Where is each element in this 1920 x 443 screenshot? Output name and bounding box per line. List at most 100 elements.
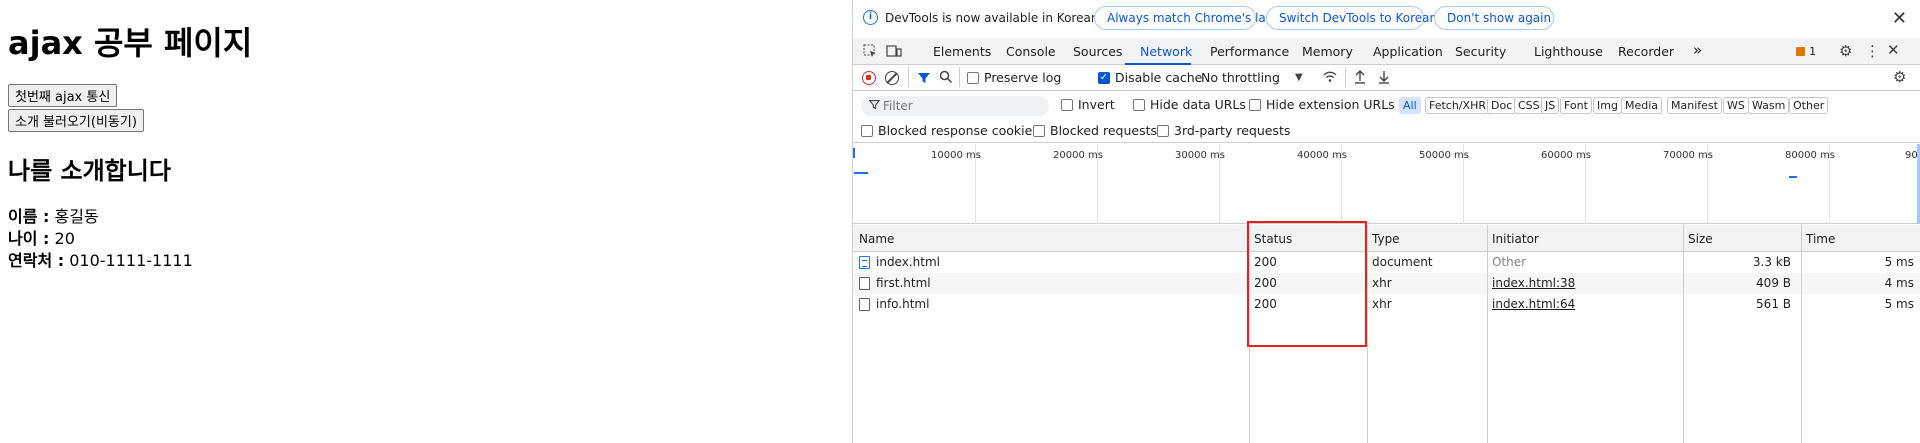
tab-elements[interactable]: Elements xyxy=(933,44,991,59)
table-row[interactable]: index.html 200 document Other 3.3 kB 5 m… xyxy=(853,252,1920,273)
row-name[interactable]: first.html xyxy=(876,276,931,290)
load-intro-button[interactable]: 소개 불러오기(비동기) xyxy=(8,109,144,132)
row-initiator-link[interactable]: index.html:64 xyxy=(1492,297,1575,311)
close-icon[interactable]: ✕ xyxy=(1892,8,1907,29)
blocked-toolbar: Blocked response cookies Blocked request… xyxy=(853,119,1920,143)
tab-sources[interactable]: Sources xyxy=(1073,44,1122,59)
row-size: 3.3 kB xyxy=(1752,255,1791,269)
match-language-button[interactable]: Always match Chrome's language xyxy=(1094,6,1311,30)
row-type: xhr xyxy=(1372,297,1392,311)
filter-funnel-icon[interactable] xyxy=(917,71,931,88)
web-page: ajax 공부 페이지 첫번째 ajax 통신 소개 불러오기(비동기) 나를 … xyxy=(0,0,852,443)
filter-chip-img[interactable]: Img xyxy=(1593,97,1622,114)
devtools-panel: i DevTools is now available in Korean! A… xyxy=(852,0,1920,443)
intro-heading: 나를 소개합니다 xyxy=(8,157,171,185)
table-row[interactable]: first.html 200 xhr index.html:38 409 B 4… xyxy=(853,273,1920,294)
filter-chip-doc[interactable]: Doc xyxy=(1487,97,1517,114)
row-time: 5 ms xyxy=(1884,297,1914,311)
inspect-element-icon[interactable] xyxy=(863,44,877,62)
invert-checkbox[interactable] xyxy=(1061,99,1073,111)
column-divider[interactable] xyxy=(1801,225,1802,443)
network-settings-gear-icon[interactable]: ⚙ xyxy=(1893,68,1906,86)
column-divider[interactable] xyxy=(1487,225,1488,443)
overview-tick: 10000 ms xyxy=(931,150,981,161)
tab-network[interactable]: Network xyxy=(1140,44,1192,59)
issues-badge[interactable]: 1 xyxy=(1796,44,1816,59)
network-overview[interactable]: 10000 ms 20000 ms 30000 ms 40000 ms 5000… xyxy=(853,144,1920,224)
infobar-text: DevTools is now available in Korean! xyxy=(885,11,1104,25)
row-type: xhr xyxy=(1372,276,1392,290)
filter-chip-wasm[interactable]: Wasm xyxy=(1748,97,1790,114)
tab-application[interactable]: Application xyxy=(1373,44,1443,59)
overview-tick: 70000 ms xyxy=(1663,150,1713,161)
filter-icon xyxy=(868,99,881,113)
filter-chip-fetch-xhr[interactable]: Fetch/XHR xyxy=(1425,97,1490,114)
more-options-icon[interactable]: ⋮ xyxy=(1865,42,1880,60)
device-toolbar-icon[interactable] xyxy=(886,44,902,62)
info-icon: i xyxy=(863,10,878,25)
third-party-label: 3rd-party requests xyxy=(1174,123,1291,138)
more-tabs-icon[interactable]: » xyxy=(1693,41,1702,59)
third-party-checkbox[interactable] xyxy=(1157,125,1169,137)
table-row[interactable]: info.html 200 xhr index.html:64 561 B 5 … xyxy=(853,294,1920,315)
tab-memory[interactable]: Memory xyxy=(1302,44,1353,59)
filter-chip-manifest[interactable]: Manifest xyxy=(1667,97,1722,114)
disable-cache-label: Disable cache xyxy=(1115,70,1203,85)
document-file-icon xyxy=(859,256,870,269)
row-name[interactable]: index.html xyxy=(876,255,940,269)
filter-chip-media[interactable]: Media xyxy=(1621,97,1663,114)
clear-icon[interactable] xyxy=(885,71,899,85)
filter-chip-ws[interactable]: WS xyxy=(1723,97,1749,114)
hide-extension-urls-checkbox[interactable] xyxy=(1249,99,1261,111)
overview-tick: 20000 ms xyxy=(1053,150,1103,161)
file-icon xyxy=(859,277,870,290)
filter-chip-all[interactable]: All xyxy=(1399,97,1421,114)
tab-lighthouse[interactable]: Lighthouse xyxy=(1534,44,1603,59)
throttling-select[interactable]: No throttling xyxy=(1201,70,1280,85)
row-name[interactable]: info.html xyxy=(876,297,929,311)
column-divider[interactable] xyxy=(1683,225,1684,443)
preserve-log-checkbox[interactable] xyxy=(967,72,979,84)
blocked-cookies-checkbox[interactable] xyxy=(861,125,873,137)
column-divider[interactable] xyxy=(1367,225,1368,443)
filter-chip-css[interactable]: CSS xyxy=(1514,97,1544,114)
settings-gear-icon[interactable]: ⚙ xyxy=(1839,42,1852,60)
chevron-down-icon[interactable]: ▼ xyxy=(1295,72,1303,83)
tab-security[interactable]: Security xyxy=(1455,44,1506,59)
switch-korean-button[interactable]: Switch DevTools to Korean xyxy=(1266,6,1437,30)
column-type-header[interactable]: Type xyxy=(1372,232,1400,246)
toolbar-divider xyxy=(959,67,960,87)
filter-chip-other[interactable]: Other xyxy=(1789,97,1829,114)
column-name-header[interactable]: Name xyxy=(859,232,894,246)
tab-performance[interactable]: Performance xyxy=(1210,44,1289,59)
tab-console[interactable]: Console xyxy=(1006,44,1056,59)
row-initiator: Other xyxy=(1492,255,1527,269)
info-name: 이름 : 홍길동 xyxy=(8,203,99,227)
export-har-icon[interactable] xyxy=(1377,69,1391,88)
hide-data-urls-checkbox[interactable] xyxy=(1133,99,1145,111)
row-initiator-link[interactable]: index.html:38 xyxy=(1492,276,1575,290)
close-devtools-icon[interactable]: ✕ xyxy=(1887,41,1900,59)
devtools-tabbar: Elements Console Sources Network Perform… xyxy=(853,38,1920,65)
column-time-header[interactable]: Time xyxy=(1806,232,1835,246)
filter-chip-js[interactable]: JS xyxy=(1541,97,1560,114)
disable-cache-checkbox[interactable]: ✓ xyxy=(1098,72,1110,84)
overview-request-bar xyxy=(854,172,868,174)
hide-data-urls-label: Hide data URLs xyxy=(1150,97,1246,112)
status-column-highlight xyxy=(1247,221,1367,347)
dont-show-again-button[interactable]: Don't show again xyxy=(1434,6,1554,30)
search-icon[interactable] xyxy=(939,70,953,87)
import-har-icon[interactable] xyxy=(1353,69,1367,88)
first-ajax-button[interactable]: 첫번째 ajax 통신 xyxy=(8,84,118,107)
network-conditions-icon[interactable] xyxy=(1322,69,1338,88)
record-stop-icon[interactable] xyxy=(862,71,876,85)
filter-box[interactable] xyxy=(861,96,1049,116)
filter-chip-font[interactable]: Font xyxy=(1560,97,1592,114)
column-initiator-header[interactable]: Initiator xyxy=(1492,232,1539,246)
tab-recorder[interactable]: Recorder xyxy=(1618,44,1674,59)
overview-tick: 40000 ms xyxy=(1297,150,1347,161)
blocked-requests-checkbox[interactable] xyxy=(1033,125,1045,137)
info-contact-value: 010-1111-1111 xyxy=(64,251,193,270)
filter-input[interactable] xyxy=(883,98,1043,114)
column-size-header[interactable]: Size xyxy=(1688,232,1713,246)
